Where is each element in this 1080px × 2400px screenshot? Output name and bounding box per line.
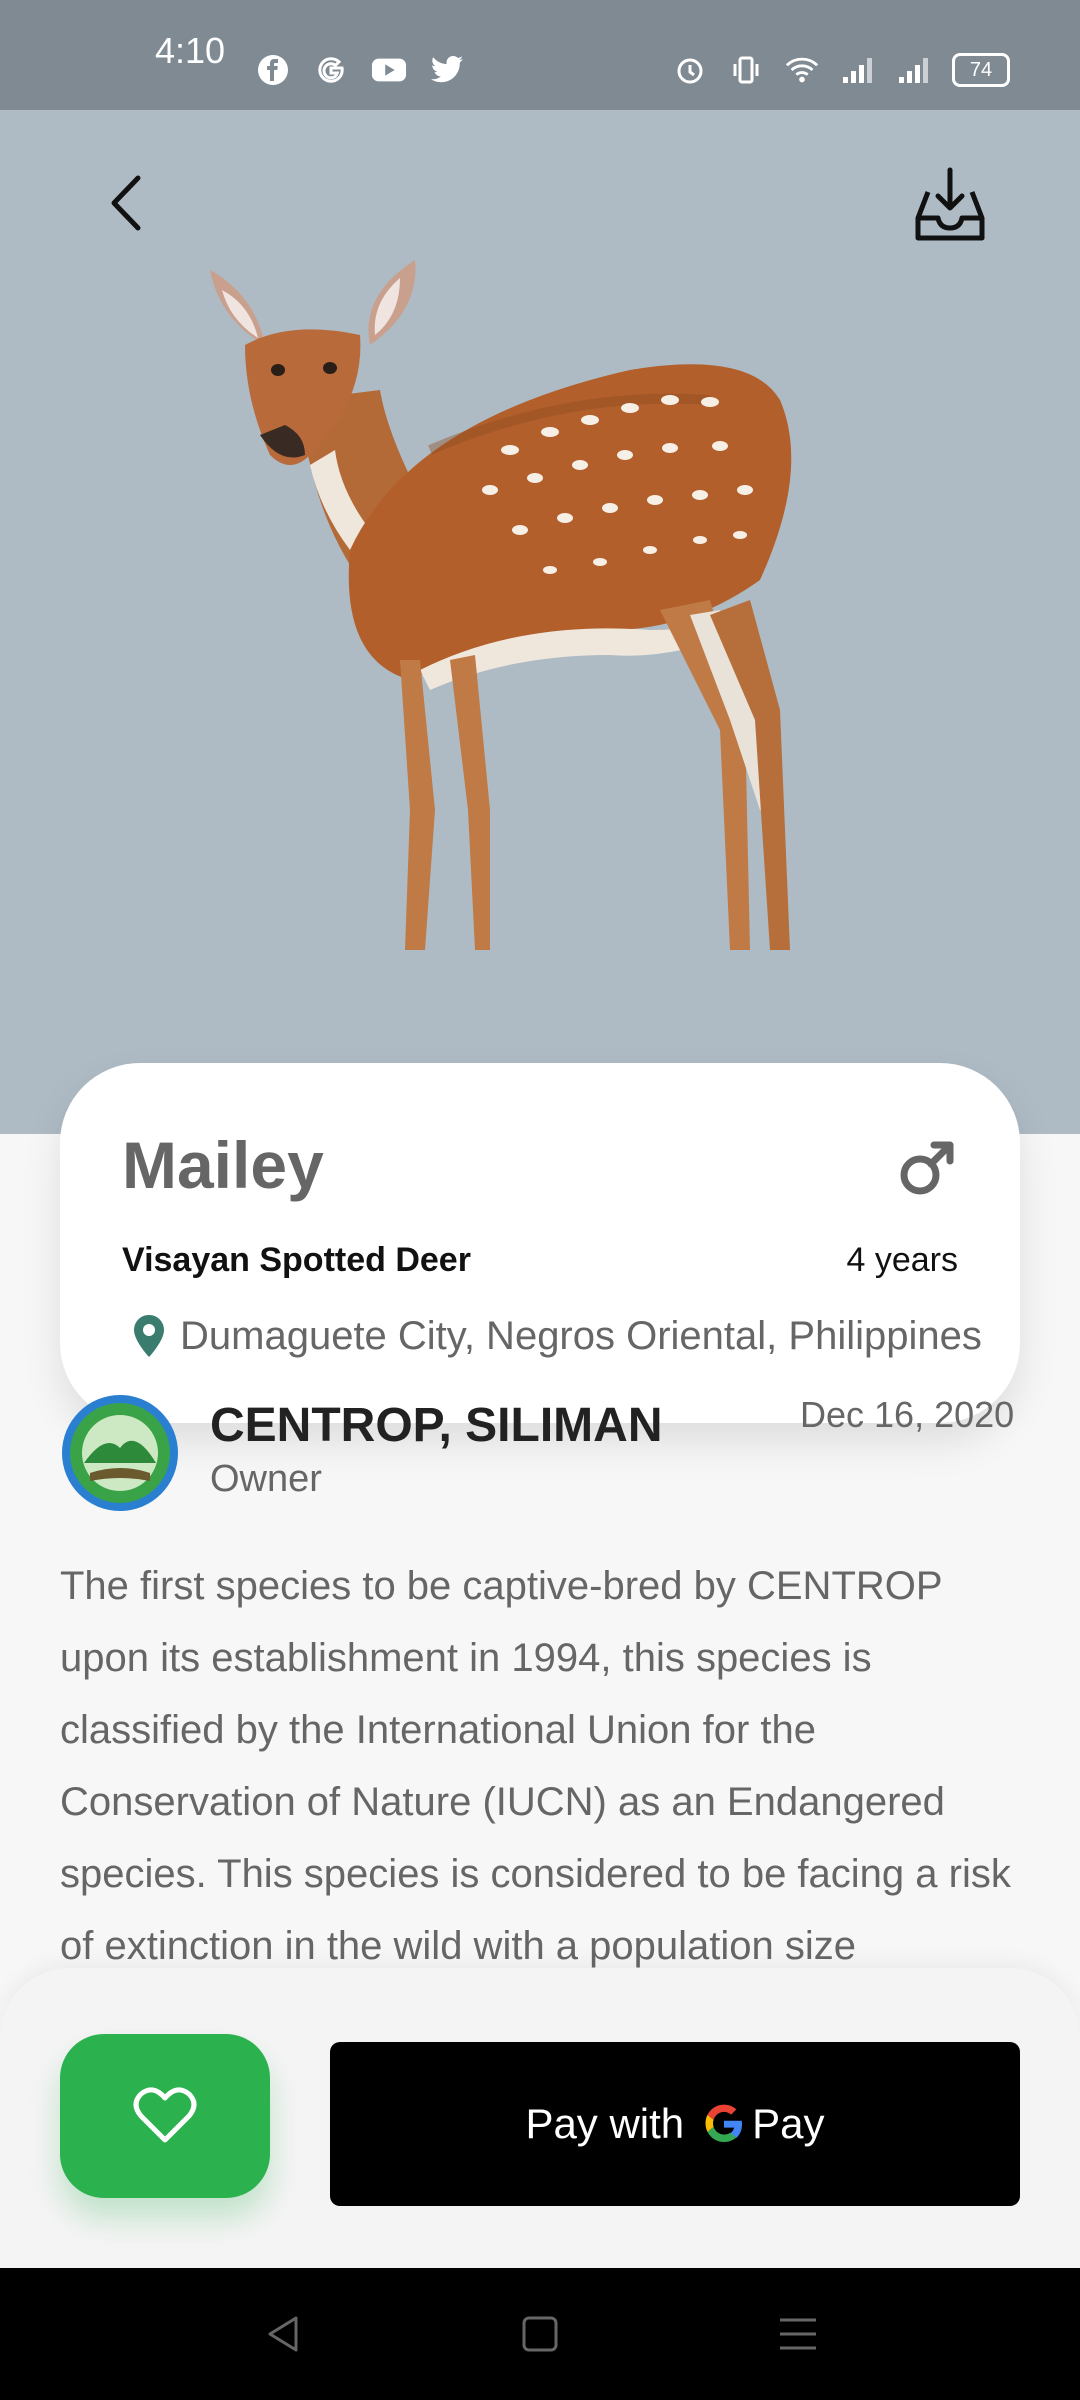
heart-icon — [133, 2087, 197, 2143]
species-label: Visayan Spotted Deer — [122, 1241, 471, 1279]
alarm-icon — [672, 52, 708, 88]
google-pay-logo: Pay — [702, 2100, 825, 2148]
male-symbol-icon — [900, 1141, 954, 1195]
hero-area: Mailey Visayan Spotted Deer 4 years Duma… — [0, 110, 1080, 1423]
twitter-icon — [429, 52, 465, 88]
nav-menu-icon[interactable] — [776, 2312, 820, 2356]
google-pay-button[interactable]: Pay with Pay — [330, 2042, 1020, 2206]
nav-home-icon[interactable] — [518, 2312, 562, 2356]
action-panel: Pay with Pay — [0, 1968, 1080, 2268]
battery-indicator: 74 — [952, 53, 1010, 87]
owner-name[interactable]: CENTROP, SILIMAN — [210, 1398, 662, 1453]
download-button[interactable] — [900, 158, 1000, 258]
status-time: 4:10 — [155, 30, 226, 71]
age-label: 4 years — [846, 1241, 959, 1279]
animal-name: Mailey — [122, 1128, 324, 1202]
location-row: Dumaguete City, Negros Oriental, Philipp… — [132, 1313, 1072, 1359]
post-date: Dec 16, 2020 — [800, 1394, 1015, 1435]
download-tray-icon — [915, 167, 985, 241]
pay-brand-label: Pay — [752, 2100, 825, 2147]
google-g-icon — [705, 2104, 743, 2142]
status-icons-right: 74 — [672, 52, 1010, 88]
owner-avatar[interactable] — [60, 1393, 180, 1513]
status-icons-left — [255, 52, 465, 88]
system-nav-bar — [0, 2268, 1080, 2400]
status-bar: 4:10 74 — [0, 0, 1080, 110]
nav-back-icon[interactable] — [262, 2312, 306, 2356]
google-icon — [313, 52, 349, 88]
signal-icon — [896, 52, 932, 88]
chevron-left-icon — [111, 175, 141, 231]
owner-role: Owner — [210, 1458, 322, 1500]
animal-info-card: Mailey Visayan Spotted Deer 4 years Duma… — [60, 1063, 1020, 1423]
facebook-icon — [255, 52, 291, 88]
location-pin-icon — [134, 1315, 164, 1357]
signal-icon — [840, 52, 876, 88]
location-text: Dumaguete City, Negros Oriental, Philipp… — [180, 1313, 982, 1358]
favorite-button[interactable] — [60, 2034, 270, 2198]
youtube-icon — [371, 52, 407, 88]
pay-with-label: Pay with — [525, 2100, 685, 2147]
deer-illustration — [210, 260, 792, 950]
description-text: The first species to be captive-bred by … — [60, 1564, 1011, 1968]
back-button[interactable] — [96, 168, 166, 238]
vibrate-icon — [728, 52, 764, 88]
wifi-icon — [784, 52, 820, 88]
